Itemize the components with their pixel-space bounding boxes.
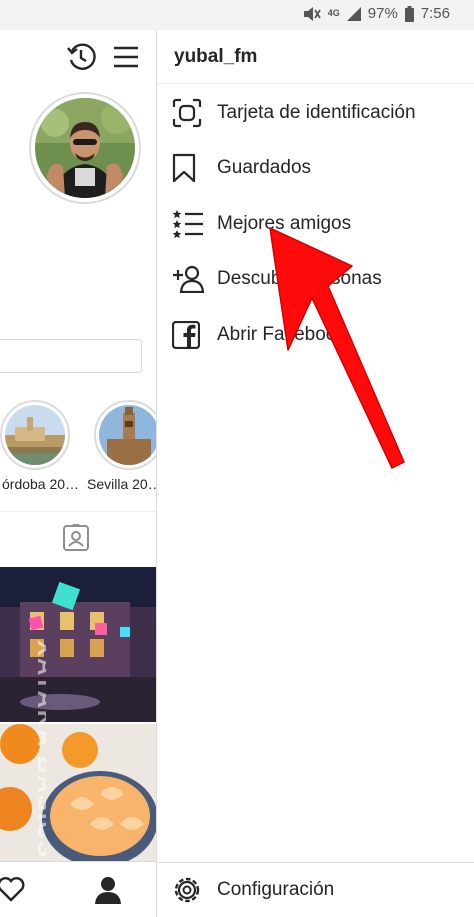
menu-label: Mejores amigos — [217, 213, 352, 234]
menu-label: Abrir Facebook — [217, 324, 346, 345]
highlight-image — [99, 405, 157, 465]
menu-item-open-facebook[interactable]: Abrir Facebook — [157, 309, 474, 361]
tagged-photos-icon[interactable] — [60, 522, 92, 554]
profile-tab-icon[interactable] — [92, 874, 124, 906]
highlight-cordoba[interactable] — [0, 400, 70, 470]
side-drawer: yubal_fm Tarjeta de identificación Guard… — [157, 30, 474, 917]
signal-icon — [346, 6, 361, 21]
status-bar: 4G 97% 7:56 — [0, 0, 474, 30]
hamburger-menu-icon[interactable] — [110, 40, 142, 74]
profile-field-box[interactable] — [0, 339, 142, 373]
profile-avatar[interactable] — [29, 92, 141, 204]
watermark: XATAKA BASICS — [32, 640, 46, 859]
highlight-label: órdoba 20… — [2, 476, 80, 492]
screen: 4G 97% 7:56 órdoba 20… Sevilla 20… XATAK… — [0, 0, 474, 917]
highlight-label: Sevilla 20… — [87, 476, 157, 492]
archive-history-icon[interactable] — [64, 40, 98, 74]
menu-item-nametag[interactable]: Tarjeta de identificación — [157, 87, 474, 139]
drawer-username: yubal_fm — [174, 46, 258, 67]
avatar — [35, 98, 135, 198]
tab-divider — [0, 511, 157, 512]
drawer-header: yubal_fm — [157, 30, 474, 84]
facebook-icon — [157, 321, 217, 349]
watermark-text: XATAKA BASICS — [32, 640, 46, 859]
add-person-icon — [157, 265, 217, 293]
menu-item-discover-people[interactable]: Descubrir personas — [157, 253, 474, 305]
highlight-sevilla[interactable] — [94, 400, 157, 470]
menu-item-close-friends[interactable]: Mejores amigos — [157, 198, 474, 250]
menu-label: Descubrir personas — [217, 268, 382, 289]
highlight-image — [5, 405, 65, 465]
menu-label: Guardados — [217, 157, 312, 178]
close-friends-icon — [157, 209, 217, 239]
bookmark-icon — [157, 153, 217, 183]
menu-item-saved[interactable]: Guardados — [157, 142, 474, 194]
settings-label: Configuración — [217, 879, 335, 900]
network-type: 4G — [327, 8, 340, 18]
menu-label: Tarjeta de identificación — [217, 102, 416, 123]
battery-icon — [404, 5, 414, 22]
gear-icon — [157, 875, 217, 905]
menu-item-settings[interactable]: Configuración — [157, 862, 474, 917]
nametag-icon — [157, 98, 217, 128]
battery-percent: 97% — [367, 5, 398, 22]
clock: 7:56 — [420, 5, 450, 22]
mute-icon — [303, 6, 321, 22]
